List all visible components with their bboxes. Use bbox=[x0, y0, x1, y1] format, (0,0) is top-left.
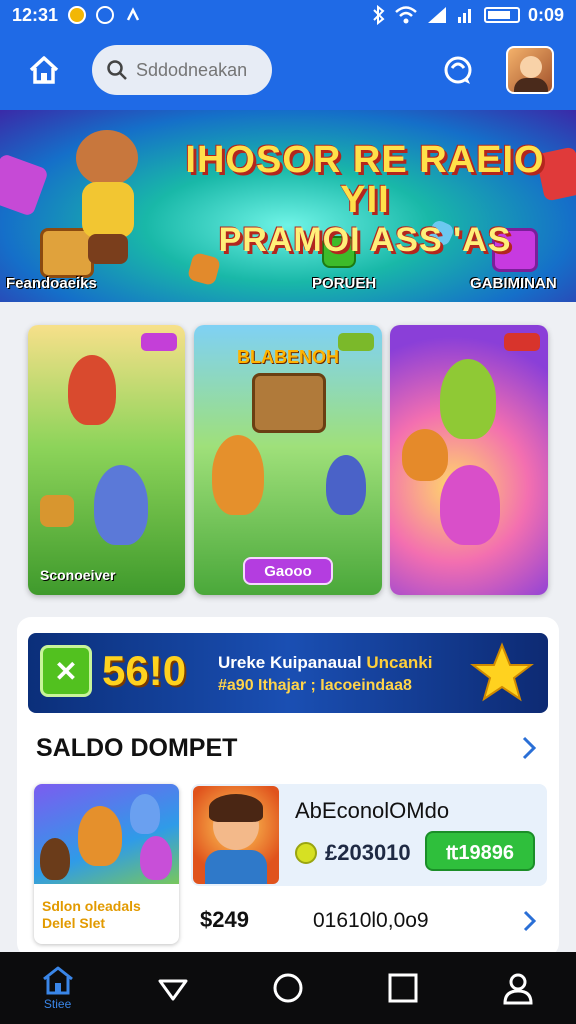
game-character bbox=[440, 359, 496, 439]
nav-home[interactable]: Stiee bbox=[0, 952, 115, 1024]
game-caption: Sconoeiver bbox=[40, 567, 116, 583]
transaction-id: 01610l0,0o9 bbox=[313, 909, 429, 932]
game-decor-gate bbox=[252, 373, 326, 433]
bonus-amount: 56!0 bbox=[102, 647, 187, 694]
chevron-right-icon[interactable] bbox=[519, 735, 539, 761]
topup-button[interactable]: ₶19896 bbox=[425, 831, 535, 871]
thumbnail-caption: Sdlon oleadals Delel Slet bbox=[42, 898, 141, 931]
account-avatar bbox=[193, 786, 279, 884]
nav-recents[interactable] bbox=[346, 952, 461, 1024]
wifi-icon bbox=[395, 6, 417, 24]
profile-avatar[interactable] bbox=[506, 46, 554, 94]
price-value: $249 bbox=[200, 907, 249, 932]
banner-label-left: Feandoaeiks bbox=[6, 275, 97, 292]
back-triangle-icon bbox=[158, 979, 188, 1001]
promo-banner[interactable]: IHOSOR RE RAEIO YII PRAMOI ASS 'AS Feand… bbox=[0, 110, 576, 302]
battery-text: 0:09 bbox=[527, 4, 564, 25]
nav-profile[interactable] bbox=[461, 952, 576, 1024]
search-bar[interactable] bbox=[92, 45, 272, 95]
signal-notification-icon bbox=[126, 7, 140, 21]
app-header bbox=[0, 30, 576, 110]
game-character bbox=[326, 455, 366, 515]
game-carousel: Sconoeiver BLABENOH Gaooo bbox=[28, 325, 548, 595]
game-character bbox=[212, 435, 264, 515]
game-tag-badge bbox=[504, 333, 540, 351]
bonus-banner[interactable]: ✕ 56!0 Ureke Kuipanaual Uncanki #a90 Ith… bbox=[28, 633, 548, 713]
check-icon: ✕ bbox=[40, 645, 92, 697]
game-character bbox=[440, 465, 500, 545]
search-icon bbox=[107, 60, 127, 80]
bonus-text-line1-b: Uncanki bbox=[366, 653, 433, 672]
game-character bbox=[68, 355, 116, 425]
wallet-title: SALDO DOMPET bbox=[36, 734, 238, 762]
account-balance-card[interactable]: AbEconolOMdo £203010 ₶19896 bbox=[191, 784, 547, 886]
support-chat-icon bbox=[444, 56, 472, 84]
bonus-text-line1-a: Ureke Kuipanaual bbox=[218, 653, 362, 672]
account-name: AbEconolOMdo bbox=[295, 798, 450, 823]
chevron-right-icon[interactable] bbox=[521, 909, 539, 933]
search-input[interactable] bbox=[136, 59, 256, 81]
bluetooth-icon bbox=[373, 5, 385, 25]
star-icon bbox=[470, 642, 534, 702]
bottom-nav-bar: Stiee bbox=[0, 952, 576, 1024]
game-card[interactable]: BLABENOH Gaooo bbox=[194, 325, 382, 595]
status-bar: 12:31 0:09 bbox=[0, 0, 576, 30]
game-decor-egg bbox=[402, 429, 448, 481]
home-icon bbox=[29, 56, 59, 84]
coin-icon bbox=[295, 842, 317, 864]
game-card[interactable] bbox=[390, 325, 548, 595]
game-decor-cube bbox=[40, 495, 74, 527]
profile-icon bbox=[503, 973, 533, 1005]
banner-decor-cube bbox=[0, 152, 50, 218]
banner-mascot bbox=[58, 130, 158, 270]
thumbnail-art bbox=[34, 784, 179, 884]
home-icon bbox=[42, 966, 73, 995]
signal-icon bbox=[427, 7, 446, 23]
play-button[interactable]: Gaooo bbox=[243, 557, 333, 585]
support-button[interactable] bbox=[436, 48, 480, 92]
game-character bbox=[94, 465, 148, 545]
account-balance: £203010 bbox=[325, 840, 411, 865]
nav-home-circle[interactable] bbox=[230, 952, 345, 1024]
game-title: BLABENOH bbox=[237, 347, 339, 367]
home-circle-icon bbox=[273, 973, 303, 1003]
banner-label-right: GABIMINAN bbox=[470, 275, 557, 292]
signal-icon-2 bbox=[457, 9, 471, 23]
home-button[interactable] bbox=[22, 48, 66, 92]
wallet-section: ✕ 56!0 Ureke Kuipanaual Uncanki #a90 Ith… bbox=[17, 617, 559, 957]
game-card[interactable]: Sconoeiver bbox=[28, 325, 185, 595]
coin-notification-icon bbox=[68, 6, 87, 24]
recents-square-icon bbox=[388, 973, 418, 1003]
banner-title: IHOSOR RE RAEIO YII PRAMOI ASS 'AS bbox=[165, 140, 565, 260]
game-tag-badge bbox=[141, 333, 177, 351]
wallet-game-thumbnail[interactable]: Sdlon oleadals Delel Slet bbox=[34, 784, 179, 944]
battery-icon bbox=[483, 7, 520, 23]
nav-back[interactable] bbox=[115, 952, 230, 1024]
banner-title-line1: IHOSOR RE RAEIO YII bbox=[185, 139, 545, 221]
bonus-text-line1: Ureke Kuipanaual Uncanki bbox=[218, 653, 432, 673]
banner-title-line2: PRAMOI ASS 'AS bbox=[218, 221, 512, 259]
sync-notification-icon bbox=[96, 6, 115, 24]
status-time: 12:31 bbox=[12, 4, 59, 25]
bonus-text-line2: #a90 Ithajar ; Iacoeindaa8 bbox=[218, 677, 412, 694]
nav-home-label: Stiee bbox=[43, 997, 72, 1011]
banner-label-center: PORUEH bbox=[312, 275, 377, 292]
